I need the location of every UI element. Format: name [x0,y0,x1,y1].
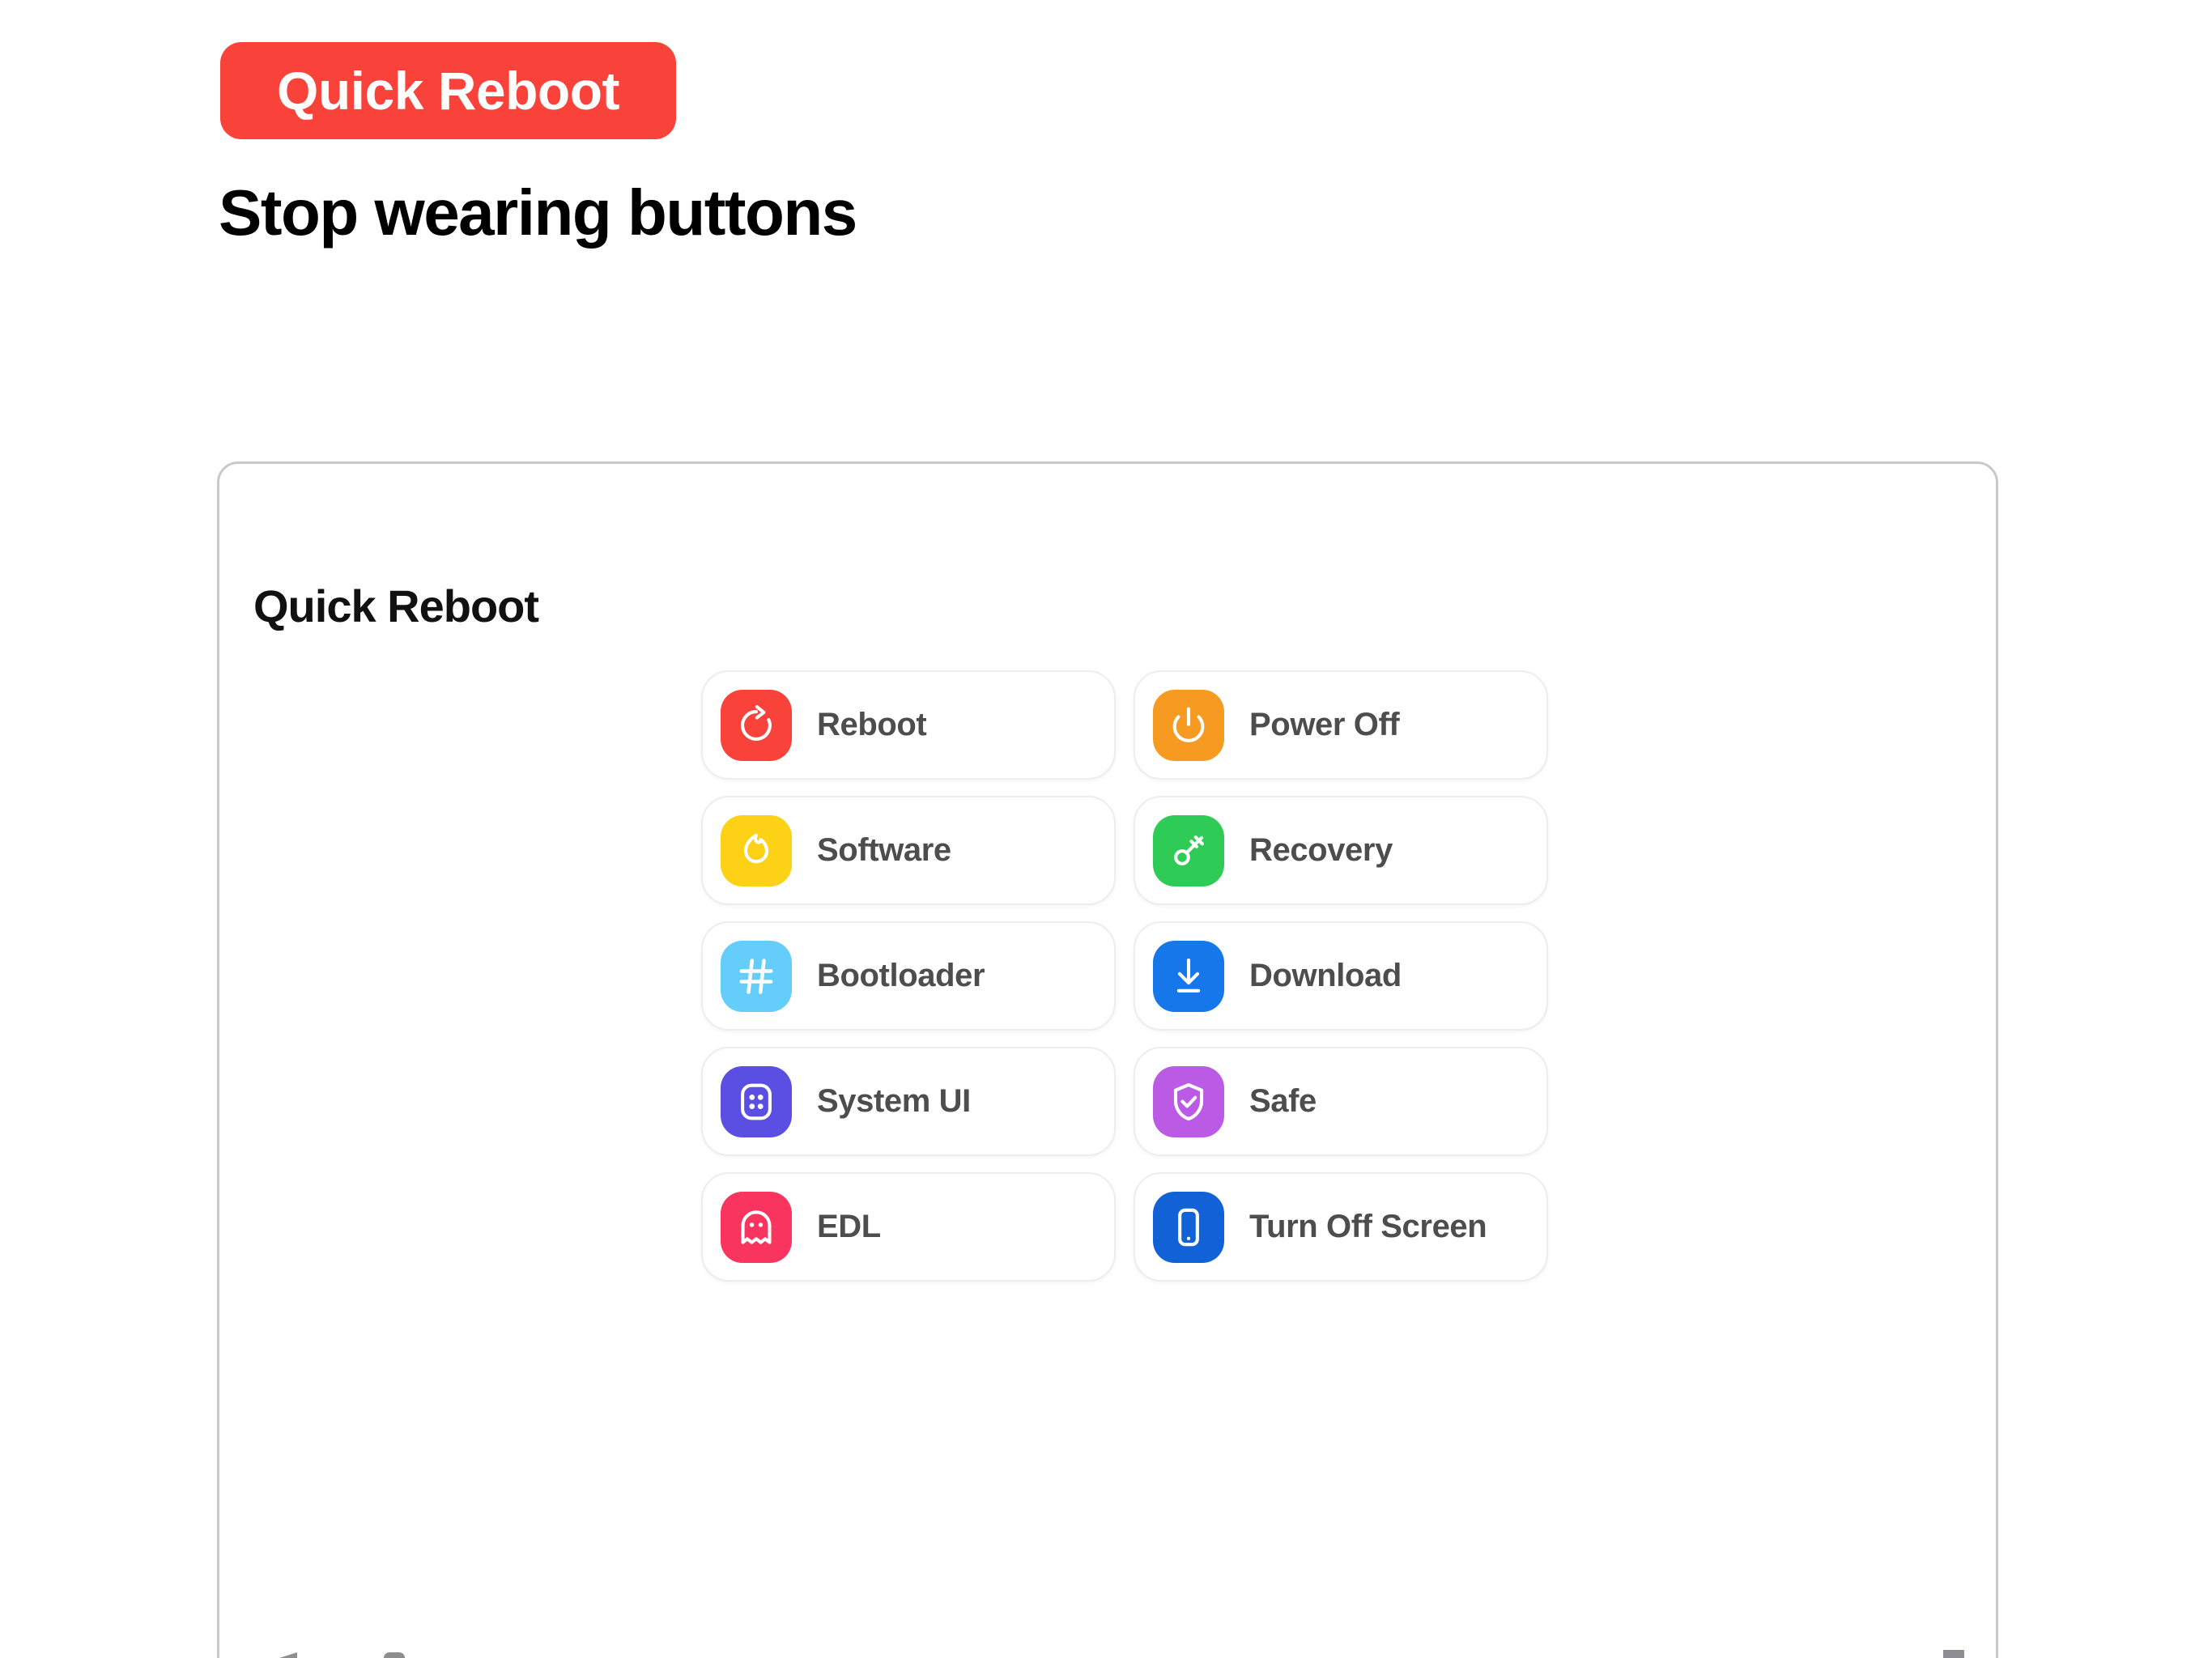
quick-reboot-button-label: Software [817,832,951,868]
quick-reboot-button-label: EDL [817,1209,881,1244]
phone-icon [1153,1191,1224,1263]
quick-reboot-button-grid: Reboot Power Off Software Recovery Bootloade… [701,670,1548,1282]
four-dots-icon [721,1065,792,1137]
power-icon [1153,689,1224,761]
shield-check-icon [1153,1065,1224,1137]
quick-reboot-card: Quick Reboot Reboot Power Off Software Reco… [217,461,1998,1658]
quick-reboot-button[interactable]: Software [701,796,1116,905]
quick-reboot-button[interactable]: Download [1134,921,1548,1031]
quick-reboot-button-label: Turn Off Screen [1249,1209,1487,1244]
quick-reboot-button-label: Safe [1249,1083,1317,1119]
rotate-refresh-icon [721,689,792,761]
ghost-icon [721,1191,792,1263]
quick-reboot-button-label: Download [1249,958,1402,993]
flame-icon [721,814,792,886]
quick-reboot-button[interactable]: Power Off [1134,670,1548,780]
card-section-title: Quick Reboot [253,580,539,631]
quick-reboot-button-label: Recovery [1249,832,1393,868]
quick-reboot-badge: Quick Reboot [220,42,677,139]
quick-reboot-button[interactable]: Turn Off Screen [1134,1172,1548,1282]
key-icon [1153,814,1224,886]
bottom-cut-icon-2 [384,1652,405,1658]
quick-reboot-button[interactable]: Reboot [701,670,1116,780]
quick-reboot-button[interactable]: Recovery [1134,796,1548,905]
quick-reboot-button[interactable]: System UI [701,1047,1116,1156]
download-arrow-icon [1153,940,1224,1012]
badge-label: Quick Reboot [277,61,620,121]
page-title: Stop wearing buttons [219,176,857,249]
quick-reboot-button-label: System UI [817,1083,971,1119]
quick-reboot-button-label: Reboot [817,707,927,742]
quick-reboot-button-label: Power Off [1249,707,1400,742]
hash-icon [721,940,792,1012]
bottom-cut-icon-3 [1943,1650,1964,1658]
quick-reboot-button-label: Bootloader [817,958,985,993]
quick-reboot-button[interactable]: EDL [701,1172,1116,1282]
quick-reboot-button[interactable]: Safe [1134,1047,1548,1156]
page-root: Quick Reboot Stop wearing buttons Quick … [0,0,2212,1658]
quick-reboot-button[interactable]: Bootloader [701,921,1116,1031]
